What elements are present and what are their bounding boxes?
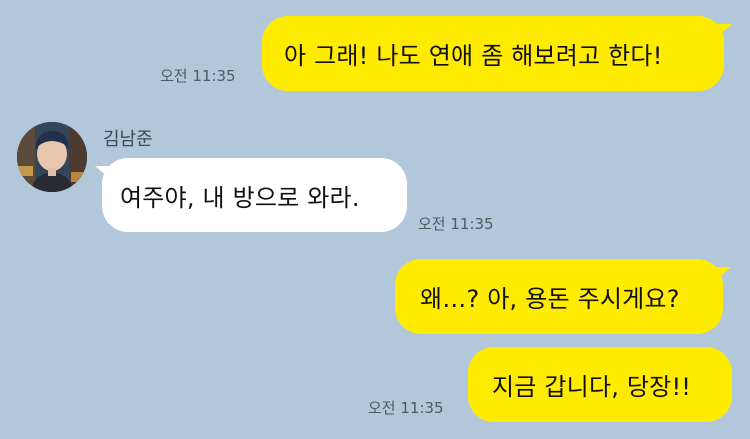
message-bubble-sent[interactable]: 아 그래! 나도 연애 좀 해보려고 한다!	[262, 16, 724, 91]
bubble-tail	[716, 24, 732, 38]
message-text: 아 그래! 나도 연애 좀 해보려고 한다!	[284, 42, 663, 70]
profile-photo-icon	[17, 122, 87, 192]
message-bubble-sent[interactable]: 지금 갑니다, 당장!!	[468, 347, 732, 422]
avatar[interactable]	[17, 122, 87, 192]
message-timestamp: 오전 11:35	[368, 399, 444, 417]
message-text: 지금 갑니다, 당장!!	[492, 373, 692, 401]
message-bubble-received[interactable]: 여주야, 내 방으로 와라.	[102, 158, 407, 232]
message-text: 여주야, 내 방으로 와라.	[120, 183, 360, 212]
sender-name: 김남준	[103, 129, 153, 150]
message-timestamp: 오전 11:35	[418, 215, 494, 233]
chat-screen: { "chat": { "messages": [ { "side": "min…	[0, 0, 750, 439]
message-bubble-sent[interactable]: 왜…? 아, 용돈 주시게요?	[395, 259, 723, 334]
message-timestamp: 오전 11:35	[160, 67, 236, 85]
message-text: 왜…? 아, 용돈 주시게요?	[420, 285, 680, 313]
bubble-tail	[715, 267, 731, 281]
